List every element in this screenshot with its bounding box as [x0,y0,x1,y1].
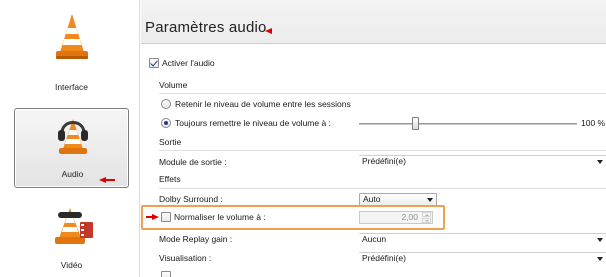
volume-reset-label: Toujours remettre le niveau de volume à … [175,118,331,128]
page-title: Paramètres audio [145,19,267,36]
category-label: Vidéo [60,260,83,270]
visualization-select[interactable]: Prédéfini(e) [359,252,606,265]
replay-gain-label: Mode Replay gain : [159,234,233,244]
normalize-volume-value: 2,00 [401,212,418,222]
annotation-arrow-icon [152,214,159,220]
volume-level-value: 100 % [581,118,606,128]
normalize-volume-spinbox[interactable]: 2,00 [359,211,433,224]
chevron-down-icon [597,257,603,261]
annotation-arrow-tail [105,179,115,181]
volume-keep-radio[interactable] [161,99,171,109]
headphones-cone-icon [58,119,88,154]
section-divider [159,150,606,151]
enable-audio-checkbox[interactable] [149,58,159,68]
category-audio[interactable]: Audio [14,108,129,188]
section-divider [159,93,606,94]
normalize-volume-label: Normaliser le volume à : [174,212,266,222]
section-output-title: Sortie [159,137,182,147]
output-module-label: Module de sortie : [159,157,227,167]
chevron-down-icon [597,160,603,164]
chevron-down-icon [597,238,603,242]
normalize-volume-checkbox[interactable] [161,212,171,222]
spin-down-icon[interactable] [422,218,431,223]
category-label: Audio [61,169,84,179]
annotation-arrow-icon [265,28,272,34]
category-interface[interactable]: Interface [14,8,129,98]
volume-slider-thumb[interactable] [412,117,419,130]
section-divider [159,188,606,189]
visualization-label: Visualisation : [159,253,212,263]
film-cone-icon [55,208,93,244]
output-module-value: Prédéfini(e) [362,156,406,166]
preferences-category-panel: Interface Audio Vidéo [0,0,140,277]
annotation-arrow-tail [146,216,153,218]
dolby-surround-label: Dolby Surround : [159,194,223,204]
output-module-select[interactable]: Prédéfini(e) [359,155,606,168]
enable-audio-label: Activer l'audio [162,58,215,68]
dolby-surround-value: Auto [363,194,381,204]
chevron-down-icon [427,198,433,202]
page-header: Paramètres audio [141,0,606,44]
next-option-checkbox[interactable] [161,271,171,277]
volume-reset-radio[interactable] [161,118,171,128]
spin-up-icon[interactable] [422,212,431,217]
vlc-cone-icon [56,14,88,59]
volume-keep-label: Retenir le niveau de volume entre les se… [175,99,351,109]
category-label: Interface [54,82,89,92]
replay-gain-value: Aucun [362,234,387,244]
category-video[interactable]: Vidéo [14,196,129,277]
replay-gain-select[interactable]: Aucun [359,233,606,246]
audio-settings-pane: Paramètres audio Activer l'audio Volume … [141,0,606,277]
visualization-value: Prédéfini(e) [362,253,406,263]
volume-slider-track[interactable] [359,123,577,125]
section-volume-title: Volume [159,80,188,90]
section-effects-title: Effets [159,174,181,184]
